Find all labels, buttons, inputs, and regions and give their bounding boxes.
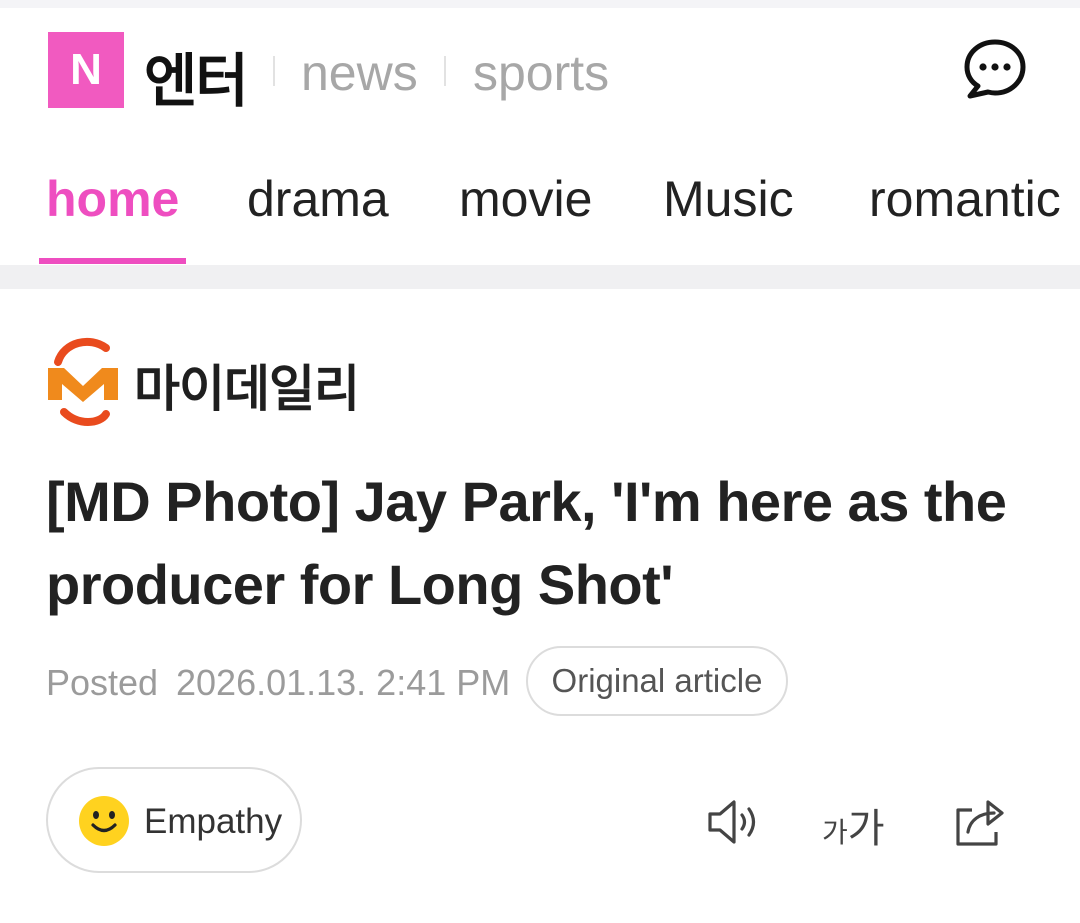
- posted-label: Posted: [46, 662, 159, 703]
- mydaily-logo-icon[interactable]: [44, 332, 122, 430]
- smile-emoji-icon: [79, 796, 129, 846]
- header-divider: [273, 56, 275, 86]
- chat-bubble-icon[interactable]: [962, 36, 1028, 102]
- header-divider: [444, 56, 446, 86]
- speaker-icon[interactable]: [704, 792, 764, 852]
- tab-music[interactable]: Music: [663, 170, 794, 228]
- posted-date: 2026.01.13. 2:41 PM: [176, 662, 511, 703]
- section-divider: [0, 265, 1080, 289]
- empathy-label: Empathy: [144, 802, 283, 841]
- original-article-label: Original article: [551, 662, 763, 699]
- font-size-large: 가: [847, 806, 885, 852]
- tab-movie[interactable]: movie: [459, 170, 592, 228]
- top-strip: [0, 0, 1080, 8]
- tab-drama[interactable]: drama: [247, 170, 389, 228]
- article-title: [MD Photo] Jay Park, 'I'm here as the pr…: [46, 470, 1007, 616]
- brand-title[interactable]: 엔터: [144, 34, 249, 118]
- source-name[interactable]: 마이데일리: [134, 349, 360, 421]
- share-icon[interactable]: [950, 792, 1010, 852]
- n-logo[interactable]: N: [48, 32, 124, 108]
- font-size-icon[interactable]: 가가: [822, 796, 885, 854]
- font-size-small: 가: [822, 816, 848, 849]
- tab-romantic[interactable]: romantic: [869, 170, 1061, 228]
- header-link-news[interactable]: news: [301, 44, 418, 102]
- empathy-button[interactable]: Empathy: [46, 767, 302, 873]
- tab-home[interactable]: home: [46, 170, 179, 228]
- original-article-button[interactable]: Original article: [526, 646, 788, 716]
- header-link-sports[interactable]: sports: [473, 44, 609, 102]
- logo-letter: N: [70, 45, 102, 94]
- active-tab-indicator: [39, 258, 186, 264]
